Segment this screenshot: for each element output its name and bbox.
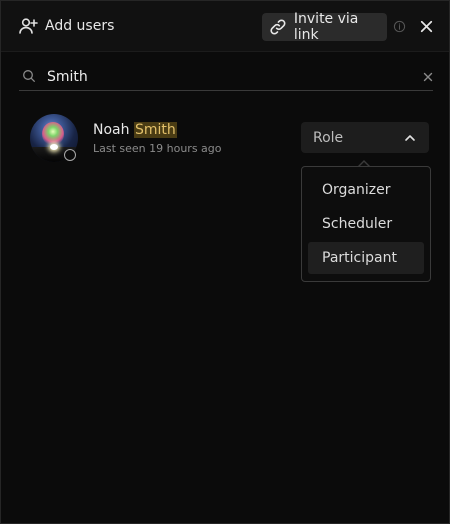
role-dropdown-label: Role	[313, 130, 344, 146]
invite-via-link-button[interactable]: Invite via link	[262, 11, 387, 43]
user-name: Noah Smith	[93, 122, 177, 138]
clear-icon[interactable]	[422, 71, 434, 83]
search-bar	[19, 65, 433, 91]
add-users-dialog: Add users Invite via link Smith Noah Smi…	[0, 0, 450, 524]
dialog-header: Add users Invite via link	[1, 1, 449, 52]
role-dropdown[interactable]: Role	[301, 122, 429, 153]
role-menu: Organizer Scheduler Participant	[301, 166, 431, 282]
add-user-icon	[19, 18, 38, 34]
avatar-light	[50, 144, 58, 150]
role-option-participant[interactable]: Participant	[308, 242, 424, 274]
search-input[interactable]	[47, 66, 407, 88]
role-option-organizer[interactable]: Organizer	[308, 174, 424, 206]
avatar-glow	[42, 122, 64, 146]
presence-status-dot	[64, 149, 76, 161]
chevron-up-icon	[405, 135, 415, 141]
role-option-scheduler[interactable]: Scheduler	[308, 208, 424, 240]
close-icon[interactable]	[418, 18, 435, 35]
user-first-name: Noah	[93, 122, 130, 138]
last-seen-text: Last seen 19 hours ago	[93, 142, 222, 155]
invite-label: Invite via link	[293, 11, 359, 43]
info-icon[interactable]	[393, 20, 406, 33]
title-wrap: Add users	[18, 16, 114, 36]
search-icon	[23, 70, 35, 82]
dialog-title: Add users	[45, 18, 115, 34]
search-match-highlight: Smith	[133, 122, 177, 138]
link-icon	[270, 19, 286, 35]
